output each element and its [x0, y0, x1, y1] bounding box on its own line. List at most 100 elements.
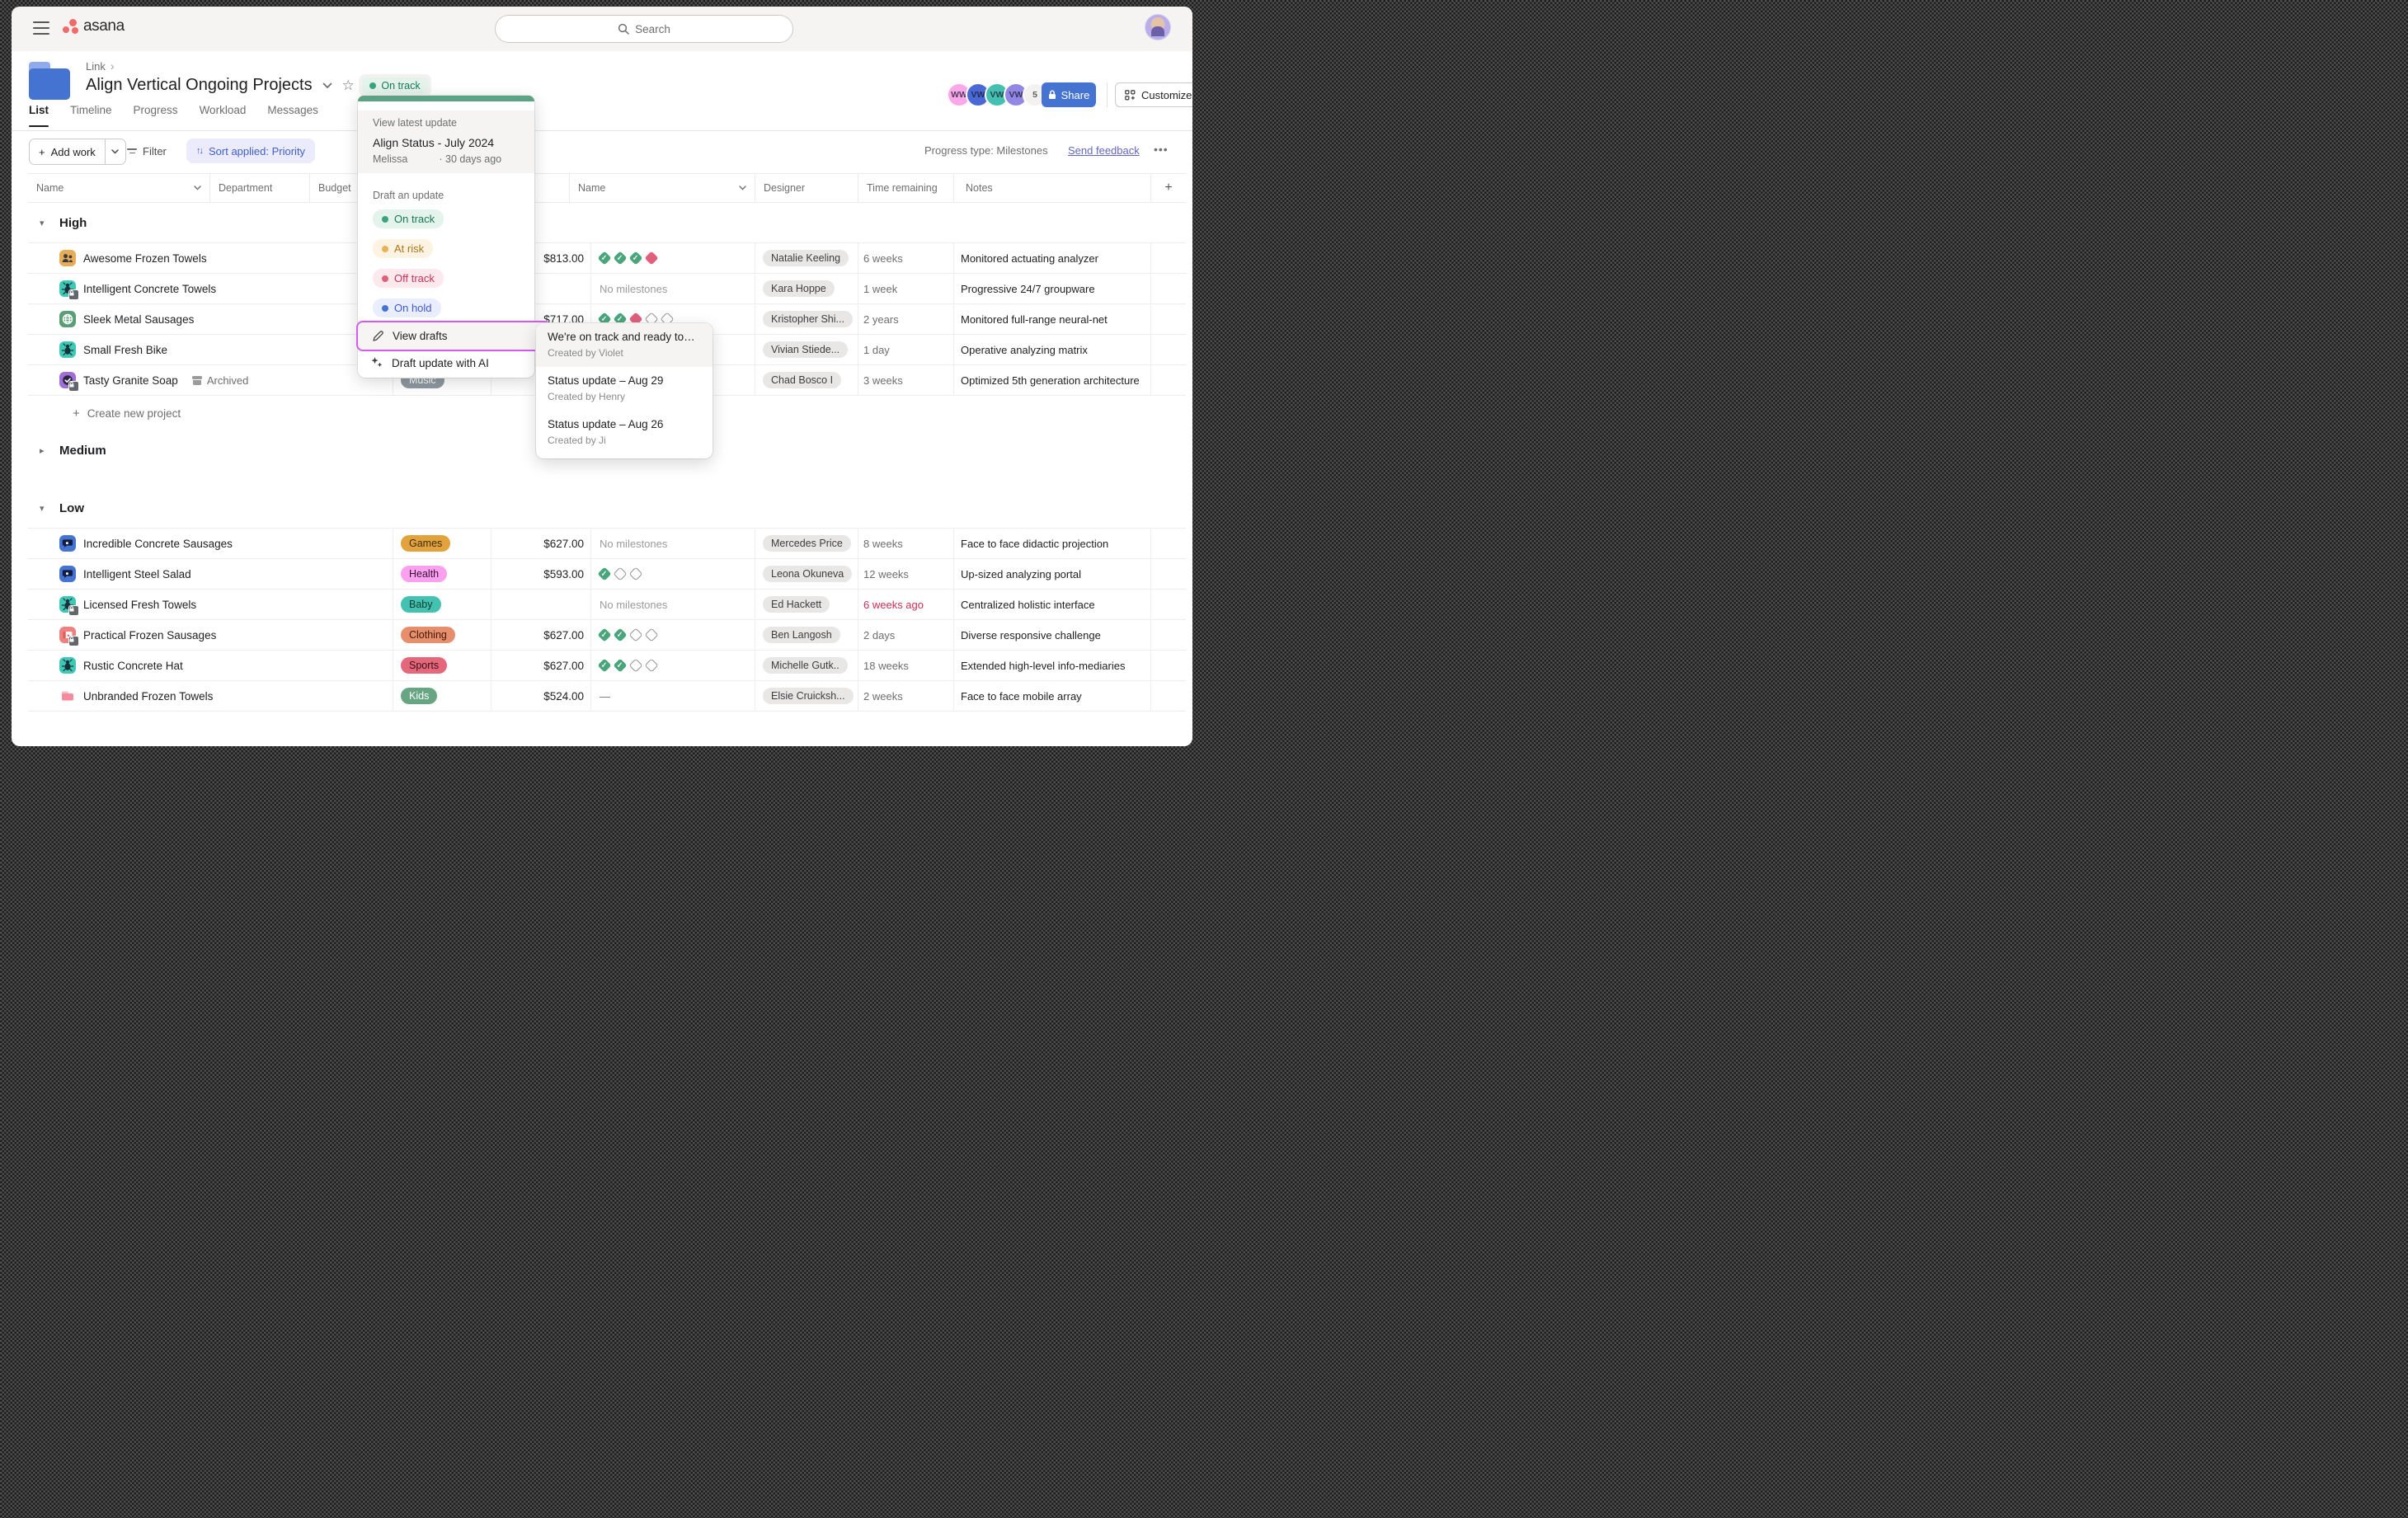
designer-cell[interactable]: Vivian Stiede... [755, 335, 858, 364]
milestone-done-icon[interactable]: ✓ [598, 659, 612, 673]
tab-list[interactable]: List [29, 104, 49, 130]
project-name[interactable]: Small Fresh Bike [83, 344, 167, 356]
status-option-at-risk[interactable]: At risk [373, 239, 433, 258]
latest-update-item[interactable]: View latest update Align Status - July 2… [358, 110, 534, 173]
search-input[interactable]: Search [495, 15, 793, 43]
notes-cell[interactable]: Diverse responsive challenge [953, 620, 1150, 650]
designer-cell[interactable]: Mercedes Price [755, 529, 858, 558]
breadcrumb[interactable]: Link› [86, 59, 115, 73]
time-remaining-cell[interactable]: 18 weeks [858, 651, 953, 680]
tab-progress[interactable]: Progress [134, 104, 178, 130]
budget-cell[interactable]: $524.00 [491, 681, 590, 711]
send-feedback-link[interactable]: Send feedback [1068, 144, 1140, 157]
notes-cell[interactable]: Monitored actuating analyzer [953, 243, 1150, 273]
project-name-cell[interactable]: Unbranded Frozen Towels [28, 681, 393, 711]
designer-pill[interactable]: Ben Langosh [763, 627, 840, 643]
designer-cell[interactable]: Natalie Keeling [755, 243, 858, 273]
draft-item[interactable]: We're on track and ready to…Created by V… [536, 323, 713, 367]
milestone-missed-icon[interactable] [645, 251, 659, 266]
notes-cell[interactable]: Optimized 5th generation architecture [953, 365, 1150, 395]
notes-cell[interactable]: Centralized holistic interface [953, 590, 1150, 619]
time-remaining-cell[interactable]: 6 weeks [858, 243, 953, 273]
designer-cell[interactable]: Michelle Gutk.. [755, 651, 858, 680]
column-header-name[interactable]: Name [569, 174, 755, 202]
project-name[interactable]: Unbranded Frozen Towels [83, 690, 213, 703]
favorite-star-icon[interactable]: ☆ [342, 78, 355, 94]
project-name-cell[interactable]: Small Fresh Bike [28, 335, 393, 364]
view-drafts-item[interactable]: View drafts [356, 321, 551, 351]
designer-pill[interactable]: Mercedes Price [763, 535, 851, 552]
sort-applied-button[interactable]: ↑↓ Sort applied: Priority [186, 139, 315, 163]
project-name[interactable]: Intelligent Steel Salad [83, 568, 191, 580]
draft-with-ai-item[interactable]: Draft update with AI [370, 356, 489, 369]
project-name-cell[interactable]: Intelligent Steel Salad [28, 559, 393, 589]
status-option-on-track[interactable]: On track [373, 209, 444, 228]
hamburger-menu-icon[interactable] [33, 21, 49, 35]
designer-pill[interactable]: Kristopher Shi... [763, 311, 853, 327]
milestones-cell[interactable]: ✓ [590, 559, 755, 589]
project-name[interactable]: Sleek Metal Sausages [83, 313, 194, 326]
designer-pill[interactable]: Ed Hackett [763, 596, 830, 613]
milestone-open-icon[interactable] [645, 659, 659, 673]
time-remaining-cell[interactable]: 1 day [858, 335, 953, 364]
project-name-cell[interactable]: Tasty Granite SoapArchived [28, 365, 393, 395]
project-name[interactable]: Licensed Fresh Towels [83, 599, 196, 611]
notes-cell[interactable]: Face to face mobile array [953, 681, 1150, 711]
filter-button[interactable]: Filter [127, 139, 167, 163]
time-remaining-cell[interactable]: 6 weeks ago [858, 590, 953, 619]
designer-cell[interactable]: Ed Hackett [755, 590, 858, 619]
milestone-done-icon[interactable]: ✓ [598, 567, 612, 581]
designer-pill[interactable]: Kara Hoppe [763, 280, 835, 297]
notes-cell[interactable]: Progressive 24/7 groupware [953, 274, 1150, 303]
column-header-department[interactable]: Department [209, 174, 309, 202]
milestone-open-icon[interactable] [645, 628, 659, 642]
status-option-on-hold[interactable]: On hold [373, 298, 441, 317]
department-cell[interactable]: Clothing [393, 620, 491, 650]
designer-pill[interactable]: Leona Okuneva [763, 566, 852, 582]
designer-cell[interactable]: Ben Langosh [755, 620, 858, 650]
designer-cell[interactable]: Chad Bosco I [755, 365, 858, 395]
milestone-done-icon[interactable]: ✓ [629, 251, 643, 266]
milestone-open-icon[interactable] [614, 567, 628, 581]
user-avatar[interactable] [1145, 14, 1171, 40]
add-work-button[interactable]: +Add work [29, 139, 126, 165]
project-name[interactable]: Intelligent Concrete Towels [83, 283, 216, 295]
department-cell[interactable]: Baby [393, 590, 491, 619]
department-cell[interactable]: Sports [393, 651, 491, 680]
more-options-icon[interactable]: ••• [1154, 143, 1169, 156]
column-header--[interactable]: + [1150, 174, 1186, 202]
milestones-cell[interactable]: No milestones [590, 590, 755, 619]
project-name-cell[interactable]: Rustic Concrete Hat [28, 651, 393, 680]
notes-cell[interactable]: Operative analyzing matrix [953, 335, 1150, 364]
department-cell[interactable]: Kids [393, 681, 491, 711]
milestone-done-icon[interactable]: ✓ [598, 251, 612, 266]
status-option-off-track[interactable]: Off track [373, 269, 444, 288]
project-name-cell[interactable]: Sleek Metal Sausages [28, 304, 393, 334]
project-name-cell[interactable]: Incredible Concrete Sausages [28, 529, 393, 558]
asana-logo[interactable]: asana [63, 17, 125, 35]
designer-cell[interactable]: Leona Okuneva [755, 559, 858, 589]
status-badge[interactable]: On track [359, 74, 431, 96]
budget-cell[interactable]: $593.00 [491, 559, 590, 589]
time-remaining-cell[interactable]: 1 week [858, 274, 953, 303]
department-cell[interactable]: Health [393, 559, 491, 589]
tab-workload[interactable]: Workload [200, 104, 247, 130]
notes-cell[interactable]: Extended high-level info-mediaries [953, 651, 1150, 680]
milestones-cell[interactable]: ✓✓ [590, 620, 755, 650]
budget-cell[interactable] [491, 590, 590, 619]
time-remaining-cell[interactable]: 12 weeks [858, 559, 953, 589]
section-collapse-icon[interactable]: ▾ [40, 218, 49, 228]
time-remaining-cell[interactable]: 8 weeks [858, 529, 953, 558]
milestone-open-icon[interactable] [629, 659, 643, 673]
project-name[interactable]: Incredible Concrete Sausages [83, 538, 233, 550]
milestones-cell[interactable]: ✓✓ [590, 651, 755, 680]
designer-cell[interactable]: Elsie Cruicksh... [755, 681, 858, 711]
milestones-cell[interactable]: No milestones [590, 529, 755, 558]
time-remaining-cell[interactable]: 2 weeks [858, 681, 953, 711]
designer-pill[interactable]: Vivian Stiede... [763, 341, 848, 358]
project-name-cell[interactable]: Awesome Frozen Towels [28, 243, 393, 273]
milestones-cell[interactable]: No milestones [590, 274, 755, 303]
milestone-done-icon[interactable]: ✓ [614, 628, 628, 642]
designer-pill[interactable]: Chad Bosco I [763, 372, 841, 388]
designer-cell[interactable]: Kara Hoppe [755, 274, 858, 303]
